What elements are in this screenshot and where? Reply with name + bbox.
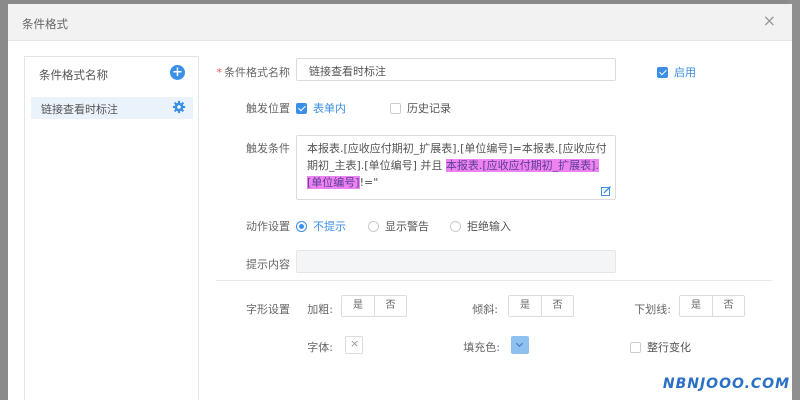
watermark-logo: NBNJOOO.COM	[663, 376, 790, 392]
divider	[216, 280, 772, 281]
radio-unselected-icon	[450, 221, 461, 232]
checkbox-unchecked-icon	[630, 342, 641, 353]
format-list-header: 条件格式名称	[39, 68, 108, 82]
name-input[interactable]: 链接查看时标注	[296, 58, 616, 81]
trigger-condition-label: 触发条件	[246, 142, 290, 155]
dialog-titlebar: 条件格式 ×	[8, 4, 792, 41]
watermark-text: NBNJOOO.COM	[662, 376, 790, 392]
list-item[interactable]: 链接查看时标注	[31, 97, 193, 119]
row-change-label: 整行变化	[647, 341, 691, 354]
font-style-label: 字形设置	[246, 303, 290, 316]
name-input-value: 链接查看时标注	[309, 65, 386, 78]
underline-toggle: 是否	[679, 295, 745, 317]
underline-no-button[interactable]: 否	[712, 296, 744, 316]
conditional-format-dialog: 条件格式 × 条件格式名称 + 链接查看时标注 *条件格式名称 链接查看时标注	[8, 4, 792, 400]
italic-label: 倾斜:	[472, 303, 498, 316]
action-option-warning[interactable]: 显示警告	[368, 218, 429, 234]
italic-toggle: 是否	[508, 295, 574, 317]
history-label: 历史记录	[407, 102, 451, 115]
action-option-no-prompt[interactable]: 不提示	[296, 218, 346, 234]
action-label: 动作设置	[246, 220, 290, 233]
font-picker[interactable]	[345, 336, 363, 354]
fill-color-label: 填充色:	[463, 341, 500, 354]
required-mark: *	[216, 66, 223, 79]
close-icon[interactable]: ×	[763, 13, 776, 29]
checkbox-unchecked-icon	[390, 103, 401, 114]
checkbox-checked-icon	[296, 103, 307, 114]
dialog-title: 条件格式	[22, 17, 68, 31]
list-item-label: 链接查看时标注	[41, 103, 118, 116]
row-change-checkbox[interactable]: 整行变化	[630, 339, 691, 355]
name-label: * 条件格式名称	[216, 64, 291, 80]
add-icon[interactable]: +	[170, 65, 185, 80]
radio-unselected-icon	[368, 221, 379, 232]
form-inside-checkbox[interactable]: 表单内	[296, 100, 346, 116]
enable-label: 启用	[674, 66, 696, 79]
enable-checkbox[interactable]: 启用	[657, 64, 696, 80]
bold-label: 加粗:	[307, 303, 333, 316]
condition-text-tail: !="	[359, 176, 379, 189]
underline-yes-button[interactable]: 是	[680, 296, 712, 316]
action-option-label: 不提示	[313, 220, 346, 233]
gear-icon[interactable]	[172, 100, 186, 114]
bold-toggle: 是否	[341, 295, 407, 317]
bold-yes-button[interactable]: 是	[342, 296, 374, 316]
form-inside-label: 表单内	[313, 102, 346, 115]
fill-color-picker[interactable]	[511, 336, 529, 354]
edit-icon[interactable]	[601, 186, 611, 196]
radio-selected-icon	[296, 221, 307, 232]
bold-no-button[interactable]: 否	[374, 296, 406, 316]
checkbox-checked-icon	[657, 67, 668, 78]
underline-label: 下划线:	[634, 303, 671, 316]
name-label-text: 条件格式名称	[224, 66, 290, 79]
prompt-input[interactable]	[296, 250, 616, 273]
font-label: 字体:	[307, 341, 333, 354]
action-option-label: 显示警告	[385, 220, 429, 233]
trigger-position-label: 触发位置	[246, 102, 290, 115]
italic-yes-button[interactable]: 是	[509, 296, 541, 316]
action-option-reject[interactable]: 拒绝输入	[450, 218, 511, 234]
history-checkbox[interactable]: 历史记录	[390, 100, 451, 116]
format-list-panel: 条件格式名称 + 链接查看时标注	[24, 56, 199, 400]
trigger-condition-textarea[interactable]: 本报表.[应收应付期初_扩展表].[单位编号]=本报表.[应收应付期初_主表].…	[296, 135, 616, 200]
action-option-label: 拒绝输入	[467, 220, 511, 233]
prompt-label: 提示内容	[246, 258, 290, 271]
italic-no-button[interactable]: 否	[541, 296, 573, 316]
